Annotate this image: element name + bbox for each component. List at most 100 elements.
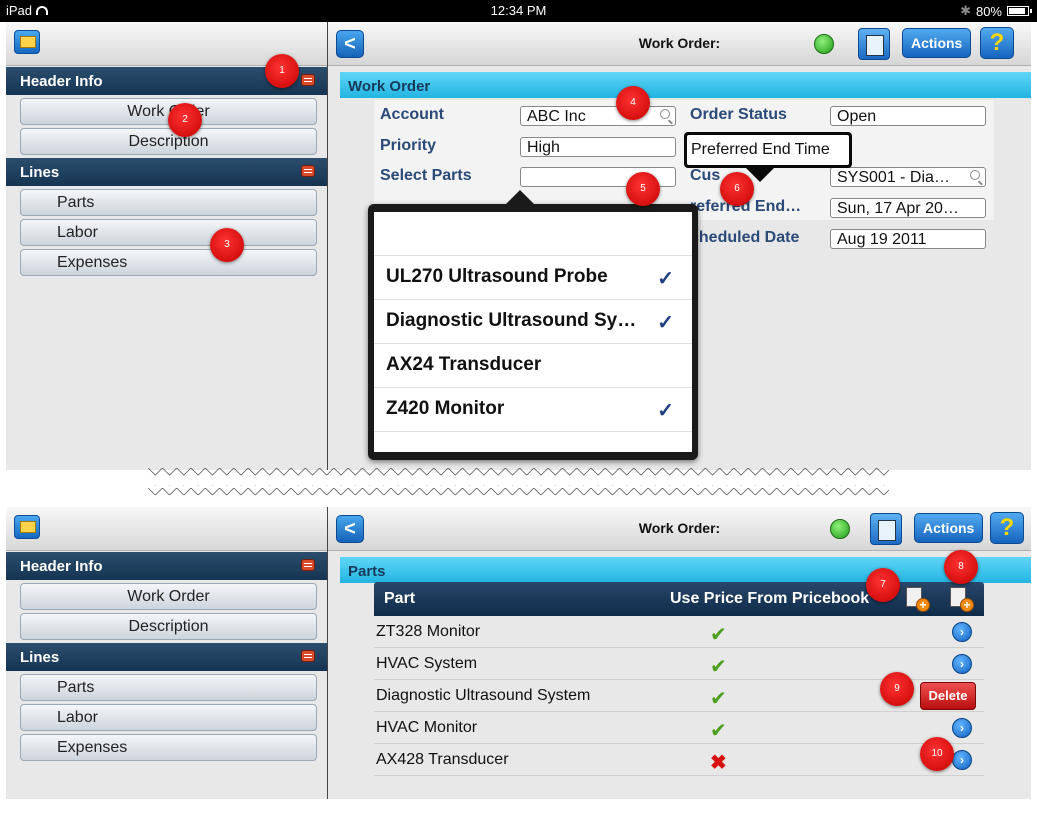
part-name: ZT328 Monitor [376,623,481,640]
sidebar-item-expenses[interactable]: Expenses [20,734,317,761]
popover-item[interactable]: Z420 Monitor ✓ [374,388,692,432]
check-icon: ✔ [710,720,727,742]
sidebar-item-labor[interactable]: Labor [20,704,317,731]
part-name: AX428 Transducer [376,751,509,768]
table-row[interactable]: ZT328 Monitor ✔ › [374,616,984,648]
status-indicator-icon [814,34,834,54]
checkmark-icon: ✓ [657,400,674,422]
section-title: Lines [20,649,60,666]
sidebar: Header Info Work Order Description Lines… [6,507,328,799]
notes-icon[interactable] [870,513,902,545]
popover-item[interactable]: Diagnostic Ultrasound Sy… ✓ [374,300,692,344]
scheduled-date-field[interactable]: Aug 19 2011 [830,229,986,249]
tooltip: Preferred End Time [684,132,852,182]
select-parts-label: Select Parts [380,167,472,184]
disclosure-icon[interactable]: › [952,654,972,674]
check-icon: ✔ [710,688,727,710]
add-item-icon[interactable]: + [948,586,974,612]
check-icon: ✔ [710,656,727,678]
table-row[interactable]: HVAC Monitor ✔ › [374,712,984,744]
account-label: Account [380,106,444,123]
delete-button[interactable]: Delete [920,682,976,710]
menu-icon[interactable] [301,165,315,177]
status-indicator-icon [830,519,850,539]
section-lines[interactable]: Lines [6,158,327,186]
tooltip-text: Preferred End Time [687,135,849,165]
section-bar: Parts [340,557,1031,583]
menu-icon[interactable] [301,74,315,86]
section-title: Lines [20,164,60,181]
torn-edge-divider [148,468,889,496]
section-title: Header Info [20,558,103,575]
table-row[interactable]: AX428 Transducer ✖ › [374,744,984,776]
callout-badge: 8 [944,550,978,584]
section-bar: Work Order [340,72,1031,98]
callout-badge: 4 [616,86,650,120]
main-toolbar: < Work Order: Actions ? [328,22,1031,66]
add-part-icon[interactable]: + [904,586,930,612]
popover-blank-row[interactable] [374,212,692,256]
main-toolbar: < Work Order: Actions ? [328,507,1031,551]
section-header-info[interactable]: Header Info [6,552,327,580]
sidebar-item-parts[interactable]: Parts [20,674,317,701]
help-button[interactable]: ? [980,27,1014,59]
priority-field[interactable]: High [520,137,676,157]
parts-popover: UL270 Ultrasound Probe ✓ Diagnostic Ultra… [368,190,698,460]
account-field[interactable]: ABC Inc [520,106,676,126]
order-status-label: Order Status [690,106,787,123]
status-bar: iPad 12:34 PM ✱ 80% [0,0,1037,22]
callout-badge: 9 [880,672,914,706]
sidebar-item-description[interactable]: Description [20,613,317,640]
menu-icon[interactable] [301,559,315,571]
battery-percent: 80% [975,3,1002,19]
sidebar: Header Info Work Order Description Lines… [6,22,328,470]
bluetooth-icon: ✱ [960,3,971,18]
section-title: Header Info [20,73,103,90]
cross-icon: ✖ [710,752,727,774]
notes-icon[interactable] [858,28,890,60]
callout-badge: 6 [720,172,754,206]
disclosure-icon[interactable]: › [952,622,972,642]
menu-icon[interactable] [301,650,315,662]
sidebar-item-description[interactable]: Description [20,128,317,155]
callout-badge: 2 [168,103,202,137]
help-button[interactable]: ? [990,512,1024,544]
column-header-part: Part [384,590,416,607]
customer-field[interactable]: SYS001 - Dia… [830,167,986,187]
actions-button[interactable]: Actions [902,28,972,58]
search-icon [660,109,670,119]
callout-badge: 1 [265,54,299,88]
callout-badge: 7 [866,568,900,602]
checkmark-icon: ✓ [657,312,674,334]
column-header-use-price: Use Price From Pricebook [670,590,870,607]
app-icon[interactable] [14,515,40,539]
sidebar-item-work-order[interactable]: Work Order [20,583,317,610]
callout-badge: 3 [210,228,244,262]
clock: 12:34 PM [490,3,547,18]
actions-button[interactable]: Actions [914,513,984,543]
search-icon [970,170,980,180]
section-lines[interactable]: Lines [6,643,327,671]
disclosure-icon[interactable]: › [952,750,972,770]
popover-item[interactable]: UL270 Ultrasound Probe ✓ [374,256,692,300]
scheduled-date-label: cheduled Date [690,229,800,246]
priority-label: Priority [380,137,437,154]
part-name: HVAC System [376,655,478,672]
check-icon: ✔ [710,624,727,646]
main-pane: < Work Order: Actions ? Work Order Accou… [328,22,1031,470]
battery-icon [1007,6,1032,16]
part-name: HVAC Monitor [376,719,478,736]
callout-badge: 5 [626,172,660,206]
disclosure-icon[interactable]: › [952,718,972,738]
sidebar-item-parts[interactable]: Parts [20,189,317,216]
sidebar-toolbar [6,507,327,551]
checkmark-icon: ✓ [657,268,674,290]
sidebar-item-expenses[interactable]: Expenses [20,249,317,276]
preferred-end-field[interactable]: Sun, 17 Apr 20… [830,198,986,218]
callout-badge: 10 [920,737,954,771]
order-status-field[interactable]: Open [830,106,986,126]
app-icon[interactable] [14,30,40,54]
sidebar-item-labor[interactable]: Labor [20,219,317,246]
popover-item[interactable]: AX24 Transducer [374,344,692,388]
bottom-screen: Header Info Work Order Description Lines… [6,507,1031,799]
